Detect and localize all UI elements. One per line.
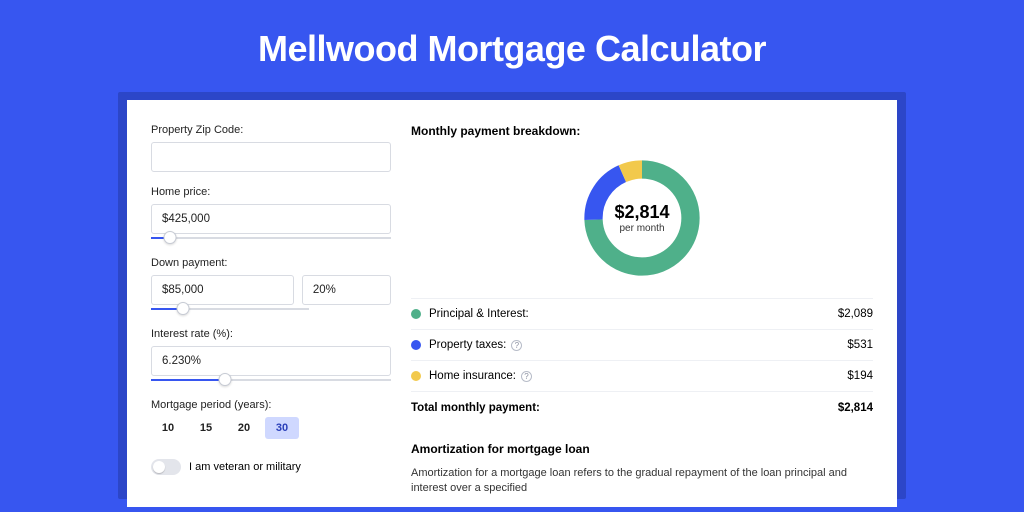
total-label: Total monthly payment: [411, 402, 838, 414]
amortization-heading: Amortization for mortgage loan [411, 442, 873, 456]
zip-label: Property Zip Code: [151, 124, 391, 136]
donut-chart: $2,814 per month [578, 154, 706, 282]
calculator-card: Property Zip Code: Home price: Down paym… [127, 100, 897, 507]
interest-rate-input[interactable] [151, 346, 391, 376]
legend-dot-icon [411, 309, 421, 319]
home-price-input[interactable] [151, 204, 391, 234]
home-price-group: Home price: [151, 186, 391, 243]
legend-label: Property taxes:? [429, 339, 847, 351]
legend-label: Home insurance:? [429, 370, 847, 382]
total-value: $2,814 [838, 402, 873, 414]
amortization-text: Amortization for a mortgage loan refers … [411, 466, 873, 497]
legend-dot-icon [411, 371, 421, 381]
legend-row-1: Property taxes:?$531 [411, 330, 873, 361]
home-price-label: Home price: [151, 186, 391, 198]
period-option-20[interactable]: 20 [227, 417, 261, 439]
legend-dot-icon [411, 340, 421, 350]
zip-group: Property Zip Code: [151, 124, 391, 172]
zip-input[interactable] [151, 142, 391, 172]
period-option-15[interactable]: 15 [189, 417, 223, 439]
legend-value: $194 [847, 370, 873, 382]
down-payment-label: Down payment: [151, 257, 391, 269]
legend-label: Principal & Interest: [429, 308, 838, 320]
period-label: Mortgage period (years): [151, 399, 391, 411]
help-icon[interactable]: ? [511, 340, 522, 351]
card-outer: Property Zip Code: Home price: Down paym… [118, 92, 906, 499]
down-payment-slider[interactable] [151, 304, 309, 314]
donut-sub: per month [619, 223, 664, 234]
period-options: 10152030 [151, 417, 391, 439]
down-payment-amount-input[interactable] [151, 275, 294, 305]
interest-rate-group: Interest rate (%): [151, 328, 391, 385]
interest-rate-slider[interactable] [151, 375, 391, 385]
legend-value: $2,089 [838, 308, 873, 320]
donut-center: $2,814 per month [578, 154, 706, 282]
donut-amount: $2,814 [614, 202, 669, 223]
toggle-knob-icon [153, 461, 165, 473]
breakdown-panel: Monthly payment breakdown: $2,814 per mo… [411, 124, 873, 497]
interest-rate-label: Interest rate (%): [151, 328, 391, 340]
down-payment-percent-input[interactable] [302, 275, 391, 305]
legend-value: $531 [847, 339, 873, 351]
legend-row-0: Principal & Interest:$2,089 [411, 299, 873, 330]
veteran-label: I am veteran or military [189, 461, 301, 473]
breakdown-legend: Principal & Interest:$2,089Property taxe… [411, 298, 873, 392]
breakdown-heading: Monthly payment breakdown: [411, 124, 873, 138]
down-payment-group: Down payment: [151, 257, 391, 314]
period-group: Mortgage period (years): 10152030 [151, 399, 391, 439]
total-row: Total monthly payment: $2,814 [411, 392, 873, 428]
home-price-slider[interactable] [151, 233, 391, 243]
help-icon[interactable]: ? [521, 371, 532, 382]
form-panel: Property Zip Code: Home price: Down paym… [151, 124, 391, 497]
veteran-toggle[interactable] [151, 459, 181, 475]
legend-row-2: Home insurance:?$194 [411, 361, 873, 392]
period-option-10[interactable]: 10 [151, 417, 185, 439]
veteran-row: I am veteran or military [151, 459, 391, 475]
donut-chart-wrap: $2,814 per month [411, 150, 873, 298]
page-title: Mellwood Mortgage Calculator [0, 0, 1024, 92]
period-option-30[interactable]: 30 [265, 417, 299, 439]
